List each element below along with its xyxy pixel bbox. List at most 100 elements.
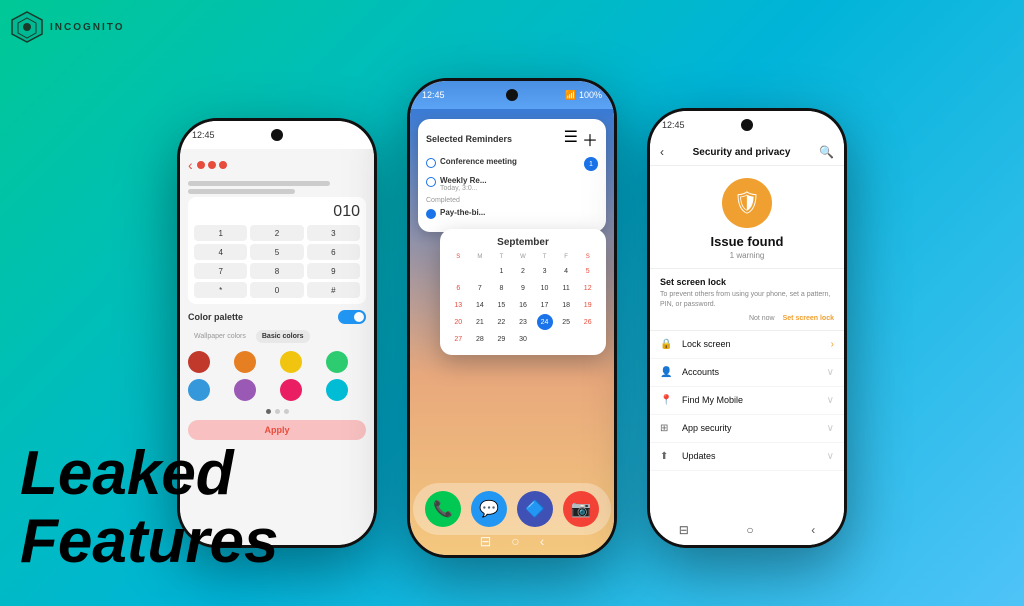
phone3-accounts-label: Accounts bbox=[682, 367, 827, 377]
phone1-apply-button[interactable]: Apply bbox=[188, 420, 366, 440]
phone2-completed-label: Completed bbox=[426, 197, 598, 204]
phone1-color-pink[interactable] bbox=[280, 379, 302, 401]
phone2-dock-camera[interactable]: 📷 bbox=[563, 491, 599, 527]
phone3-back-icon[interactable]: ‹ bbox=[660, 145, 664, 159]
cal-day-17[interactable]: 17 bbox=[537, 297, 553, 313]
cal-day-24[interactable]: 24 bbox=[537, 314, 553, 330]
cal-day-13[interactable]: 13 bbox=[450, 297, 466, 313]
cal-day-29[interactable]: 29 bbox=[493, 331, 509, 347]
cal-day-30[interactable]: 30 bbox=[515, 331, 531, 347]
phone2-widget-header: Selected Reminders ☰ ＋ bbox=[426, 127, 598, 151]
phone2-nav-recent[interactable]: ⊟ bbox=[480, 533, 492, 550]
phone3-updates-chevron: ∨ bbox=[827, 451, 834, 462]
cal-day-3[interactable]: 3 bbox=[537, 263, 553, 279]
phone1-color-red[interactable] bbox=[188, 351, 210, 373]
cal-day-18[interactable]: 18 bbox=[558, 297, 574, 313]
cal-day-26[interactable]: 26 bbox=[580, 314, 596, 330]
cal-day-23[interactable]: 23 bbox=[515, 314, 531, 330]
cal-day-1[interactable]: 1 bbox=[493, 263, 509, 279]
cal-day-14[interactable]: 14 bbox=[472, 297, 488, 313]
cal-day-20[interactable]: 20 bbox=[450, 314, 466, 330]
cal-day-15[interactable]: 15 bbox=[493, 297, 509, 313]
phone2-reminder-1: Conference meeting 1 bbox=[426, 157, 598, 171]
phone1-dot-ind-3 bbox=[284, 409, 289, 414]
phone1-color-cyan[interactable] bbox=[326, 379, 348, 401]
phone1-tab-basic[interactable]: Basic colors bbox=[256, 330, 310, 343]
cal-day-7[interactable]: 7 bbox=[472, 280, 488, 296]
cal-day-12[interactable]: 12 bbox=[580, 280, 596, 296]
phone3-menu-app-security[interactable]: ⊞ App security ∨ bbox=[650, 415, 844, 443]
phone3-menu-updates[interactable]: ⬆ Updates ∨ bbox=[650, 443, 844, 471]
phone2-widget-title: Selected Reminders bbox=[426, 134, 512, 144]
phone3-updates-label: Updates bbox=[682, 451, 827, 461]
phone1-back-row: ‹ bbox=[188, 157, 366, 173]
cal-day-4[interactable]: 4 bbox=[558, 263, 574, 279]
phone3-lock-icon: 🔒 bbox=[660, 339, 674, 350]
cal-day-27[interactable]: 27 bbox=[450, 331, 466, 347]
phone2-dock-chat[interactable]: 💬 bbox=[471, 491, 507, 527]
phone3-nav-back[interactable]: ‹ bbox=[811, 523, 815, 537]
phone1-dot2 bbox=[208, 161, 216, 169]
phone3-search-icon[interactable]: 🔍 bbox=[819, 145, 834, 159]
phone1-key-1[interactable]: 1 bbox=[194, 225, 247, 241]
phone2-day-label-s1: S bbox=[448, 254, 469, 260]
phone3-issue-title: Issue found bbox=[711, 234, 784, 249]
phone1-key-6[interactable]: 6 bbox=[307, 244, 360, 260]
phone2-dock-phone[interactable]: 📞 bbox=[425, 491, 461, 527]
phone1-key-8[interactable]: 8 bbox=[250, 263, 303, 279]
phone1-key-star[interactable]: * bbox=[194, 282, 247, 298]
cal-day-21[interactable]: 21 bbox=[472, 314, 488, 330]
phone1-key-4[interactable]: 4 bbox=[194, 244, 247, 260]
phone1-key-hash[interactable]: # bbox=[307, 282, 360, 298]
cal-day-19[interactable]: 19 bbox=[580, 297, 596, 313]
phone1-color-green[interactable] bbox=[326, 351, 348, 373]
phone1-color-blue[interactable] bbox=[188, 379, 210, 401]
cal-day-16[interactable]: 16 bbox=[515, 297, 531, 313]
phone3-nav-home[interactable]: ○ bbox=[746, 523, 753, 537]
phone2-nav-home[interactable]: ○ bbox=[511, 533, 519, 550]
phone1-color-yellow[interactable] bbox=[280, 351, 302, 373]
phone3-page-title: Security and privacy bbox=[693, 147, 791, 158]
phone2-reminder-2: Weekly Re... Today, 3:0... bbox=[426, 176, 598, 192]
cal-day-e2 bbox=[472, 263, 488, 279]
cal-day-2[interactable]: 2 bbox=[515, 263, 531, 279]
phone2-day-label-f: F bbox=[556, 254, 577, 260]
phone1-section-title: Color palette bbox=[188, 312, 243, 322]
phone3-nav-recent[interactable]: ⊟ bbox=[679, 523, 689, 537]
cal-day-28[interactable]: 28 bbox=[472, 331, 488, 347]
leaked-line2: Features bbox=[20, 508, 278, 576]
cal-day-9[interactable]: 9 bbox=[515, 280, 531, 296]
phone1-key-7[interactable]: 7 bbox=[194, 263, 247, 279]
phone2-add-icon[interactable]: ＋ bbox=[582, 127, 598, 151]
phone3-not-now-button[interactable]: Not now bbox=[749, 315, 775, 322]
phone1-color-orange[interactable] bbox=[234, 351, 256, 373]
phone1-key-9[interactable]: 9 bbox=[307, 263, 360, 279]
phone1-key-0[interactable]: 0 bbox=[250, 282, 303, 298]
phone3-set-lock-button[interactable]: Set screen lock bbox=[783, 315, 834, 322]
phone2-check-2 bbox=[426, 177, 436, 187]
phone2-nav-back[interactable]: ‹ bbox=[540, 533, 545, 550]
phone1-tab-wallpaper[interactable]: Wallpaper colors bbox=[188, 330, 252, 343]
phone1-key-5[interactable]: 5 bbox=[250, 244, 303, 260]
phone1-toggle[interactable] bbox=[338, 310, 366, 324]
cal-day-11[interactable]: 11 bbox=[558, 280, 574, 296]
phone1-notch bbox=[271, 129, 283, 141]
phone3-menu-accounts[interactable]: 👤 Accounts ∨ bbox=[650, 359, 844, 387]
phone2-reminder-2-text: Weekly Re... bbox=[440, 176, 487, 185]
cal-day-25[interactable]: 25 bbox=[558, 314, 574, 330]
cal-day-8[interactable]: 8 bbox=[493, 280, 509, 296]
phone3-menu-lock-screen[interactable]: 🔒 Lock screen › bbox=[650, 331, 844, 359]
leaked-features-text: Leaked Features bbox=[20, 440, 278, 576]
phone2-wallpaper: Selected Reminders ☰ ＋ Conference meetin… bbox=[410, 109, 614, 555]
cal-day-6[interactable]: 6 bbox=[450, 280, 466, 296]
phone1-key-3[interactable]: 3 bbox=[307, 225, 360, 241]
phone1-key-2[interactable]: 2 bbox=[250, 225, 303, 241]
phone2-dock-app[interactable]: 🔷 bbox=[517, 491, 553, 527]
cal-day-22[interactable]: 22 bbox=[493, 314, 509, 330]
phone3-accounts-icon: 👤 bbox=[660, 367, 674, 378]
cal-day-10[interactable]: 10 bbox=[537, 280, 553, 296]
phone3-menu-find-mobile[interactable]: 📍 Find My Mobile ∨ bbox=[650, 387, 844, 415]
phone1-color-purple[interactable] bbox=[234, 379, 256, 401]
cal-day-5[interactable]: 5 bbox=[580, 263, 596, 279]
phone1-dot1 bbox=[197, 161, 205, 169]
